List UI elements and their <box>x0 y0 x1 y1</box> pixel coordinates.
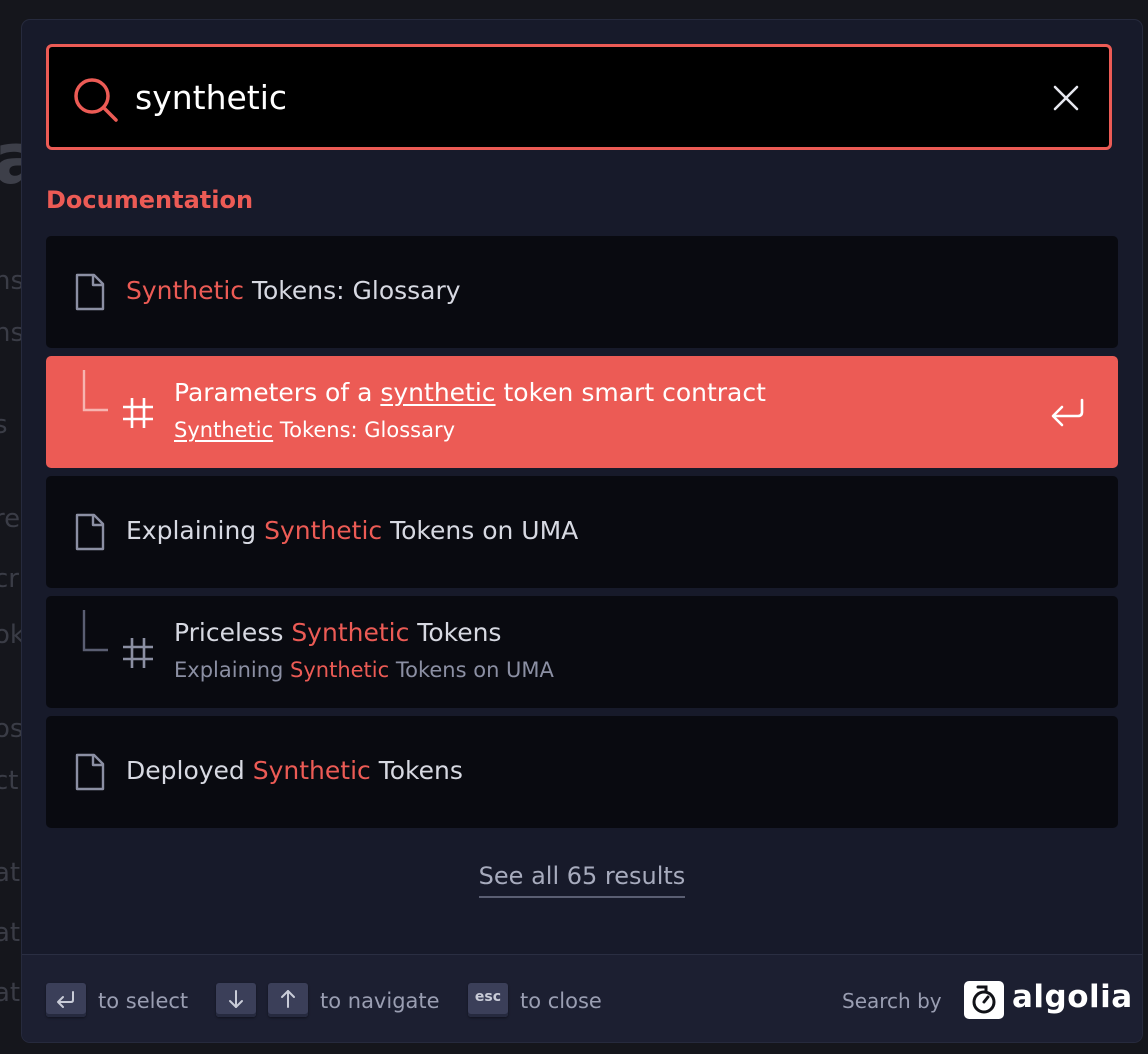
search-result-item[interactable]: Synthetic Tokens: Glossary <box>46 236 1118 348</box>
search-form[interactable] <box>46 44 1112 150</box>
search-modal: Documentation Synthetic Tokens: Glossary… <box>22 20 1142 1042</box>
result-title: Explaining Synthetic Tokens on UMA <box>126 516 578 545</box>
see-all-container: See all 65 results <box>22 862 1142 898</box>
background-text: ct <box>0 766 19 796</box>
tree-branch-icon <box>82 610 108 652</box>
background-text: os <box>0 714 24 744</box>
background-text: at <box>0 978 21 1008</box>
algolia-brand[interactable]: algolia <box>1012 979 1133 1015</box>
navigate-hint: to navigate <box>320 989 440 1013</box>
enter-icon <box>1051 398 1084 427</box>
title-text: token smart contract <box>495 378 766 407</box>
enter-key <box>46 983 86 1017</box>
search-footer: to select to navigate esc to close Searc… <box>22 954 1142 1042</box>
highlight-text: Synthetic <box>291 618 410 647</box>
search-icon <box>74 78 118 122</box>
background-text: ns <box>0 266 25 296</box>
see-all-results-link[interactable]: See all 65 results <box>478 862 686 898</box>
tree-branch-icon <box>82 370 108 412</box>
arrow-down-icon <box>229 990 243 1008</box>
background-text: ns <box>0 318 25 348</box>
title-text: Tokens on UMA <box>382 516 579 545</box>
background-text: cr <box>0 564 19 594</box>
arrow-up-key <box>268 983 308 1017</box>
highlight-text: Synthetic <box>290 658 390 682</box>
document-icon <box>75 753 105 791</box>
hash-icon <box>123 398 153 428</box>
result-path: Synthetic Tokens: Glossary <box>174 418 455 442</box>
document-icon <box>75 513 105 551</box>
path-text: Tokens: Glossary <box>273 418 456 442</box>
search-result-item[interactable]: Priceless Synthetic Tokens Explaining Sy… <box>46 596 1118 708</box>
path-text: Explaining <box>174 658 291 682</box>
close-hint: to close <box>520 989 602 1013</box>
title-text: Tokens <box>409 618 502 647</box>
select-hint: to select <box>98 989 189 1013</box>
close-icon[interactable] <box>1045 77 1087 119</box>
result-title: Synthetic Tokens: Glossary <box>126 276 461 305</box>
enter-key-icon <box>57 991 74 1008</box>
title-text: Parameters of a <box>174 378 381 407</box>
algolia-logo-icon[interactable] <box>964 981 1004 1019</box>
highlight-text: Synthetic <box>126 276 245 305</box>
hash-icon <box>123 638 153 668</box>
background-text: re <box>0 504 21 534</box>
background-text: at <box>0 918 21 948</box>
search-input[interactable] <box>135 67 1015 127</box>
title-text: Tokens <box>370 756 463 785</box>
title-text: Deployed <box>126 756 253 785</box>
title-text: Priceless <box>174 618 292 647</box>
result-title: Deployed Synthetic Tokens <box>126 756 463 785</box>
arrow-down-key <box>216 983 256 1017</box>
section-title: Documentation <box>46 186 254 214</box>
highlight-text: Synthetic <box>252 756 371 785</box>
path-text: Tokens on UMA <box>389 658 554 682</box>
title-text: Tokens: Glossary <box>244 276 461 305</box>
result-path: Explaining Synthetic Tokens on UMA <box>174 658 554 682</box>
background-text: s <box>0 410 8 440</box>
esc-key: esc <box>468 983 508 1017</box>
title-text: Explaining <box>126 516 265 545</box>
search-result-item[interactable]: Explaining Synthetic Tokens on UMA <box>46 476 1118 588</box>
highlight-text: Synthetic <box>174 418 274 442</box>
arrow-up-icon <box>281 990 295 1008</box>
background-text: at <box>0 858 21 888</box>
result-title: Parameters of a synthetic token smart co… <box>174 378 766 407</box>
search-result-item-active[interactable]: Parameters of a synthetic token smart co… <box>46 356 1118 468</box>
search-result-item[interactable]: Deployed Synthetic Tokens <box>46 716 1118 828</box>
highlight-text: Synthetic <box>264 516 383 545</box>
result-title: Priceless Synthetic Tokens <box>174 618 501 647</box>
highlight-text: synthetic <box>380 378 496 407</box>
document-icon <box>75 273 105 311</box>
search-by-label: Search by <box>842 989 942 1013</box>
